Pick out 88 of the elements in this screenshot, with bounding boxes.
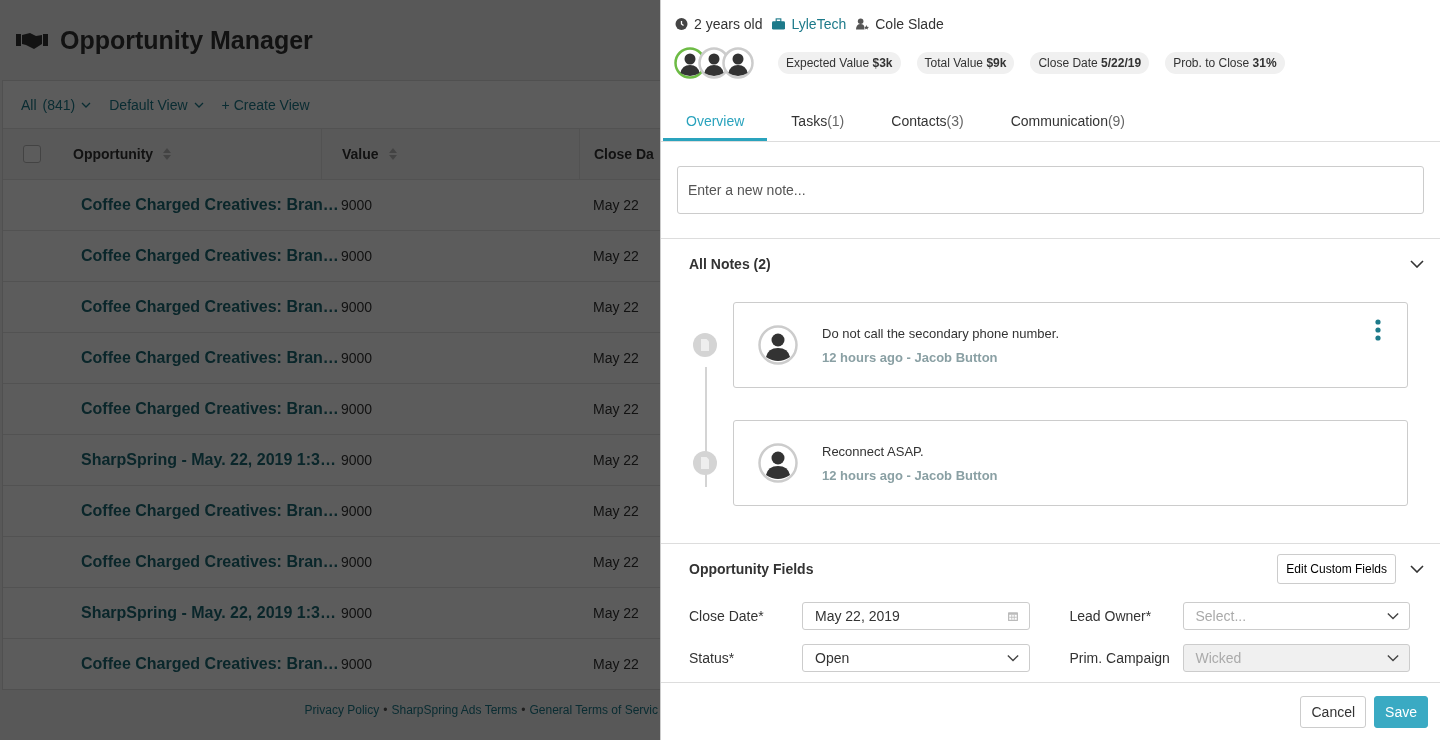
opportunity-link[interactable]: SharpSpring - May. 22, 2019 1:3… bbox=[81, 451, 336, 468]
view-dropdown[interactable]: All (841) bbox=[21, 96, 92, 113]
stat-pill: Total Value $9k bbox=[916, 52, 1015, 74]
tab[interactable]: Overview bbox=[663, 104, 768, 141]
chevron-icon bbox=[1387, 653, 1399, 663]
table-cell: May 22 bbox=[593, 554, 639, 570]
note-meta: 12 hours ago - Jacob Button bbox=[822, 467, 999, 483]
page-title: Opportunity Manager bbox=[60, 25, 313, 55]
select-all-checkbox[interactable] bbox=[23, 145, 41, 163]
view-dropdown[interactable]: Default View bbox=[109, 96, 204, 113]
avatar-icon bbox=[758, 443, 798, 483]
table-cell: May 22 bbox=[593, 401, 639, 417]
contact-avatar[interactable] bbox=[722, 47, 754, 79]
table-cell: May 22 bbox=[593, 503, 639, 519]
user-star-icon bbox=[856, 18, 870, 30]
table-cell: 9000 bbox=[341, 248, 373, 264]
create-view-link[interactable]: + Create View bbox=[221, 96, 310, 113]
section-title: Opportunity Fields bbox=[689, 561, 815, 577]
caret-icon bbox=[193, 101, 204, 108]
table-cell: May 22 bbox=[593, 197, 639, 213]
footer-link[interactable]: SharpSpring Ads Terms bbox=[391, 703, 518, 717]
table-cell: 9000 bbox=[341, 656, 373, 672]
chevron-icon bbox=[1006, 653, 1019, 663]
tab[interactable]: Contacts(3) bbox=[868, 104, 987, 141]
note-text: Do not call the secondary phone number. bbox=[822, 325, 1061, 341]
cancel-button[interactable]: Cancel bbox=[1300, 695, 1367, 728]
select-field[interactable]: Select... bbox=[1182, 602, 1410, 630]
opportunity-link[interactable]: Coffee Charged Creatives: Bran… bbox=[81, 298, 339, 315]
opportunity-link[interactable]: Coffee Charged Creatives: Bran… bbox=[81, 655, 339, 672]
table-cell: May 22 bbox=[593, 656, 639, 672]
opportunity-link[interactable]: Coffee Charged Creatives: Bran… bbox=[81, 502, 339, 519]
table-cell: May 22 bbox=[593, 605, 639, 621]
more-icon[interactable] bbox=[1375, 319, 1381, 341]
calendar-icon bbox=[1006, 611, 1019, 621]
opportunity-link[interactable]: Coffee Charged Creatives: Bran… bbox=[81, 247, 339, 264]
owner-name: Cole Slade bbox=[875, 16, 944, 32]
edit-custom-fields-button[interactable]: Edit Custom Fields bbox=[1277, 554, 1396, 584]
note-input[interactable]: Enter a new note... bbox=[677, 166, 1424, 214]
note-icon bbox=[693, 333, 717, 357]
stat-pill: Expected Value $3k bbox=[778, 52, 901, 74]
select-field[interactable]: Open bbox=[802, 644, 1030, 672]
field-label: Lead Owner* bbox=[1069, 608, 1153, 624]
separator-dot: • bbox=[521, 703, 526, 717]
column-header[interactable]: Close Da bbox=[594, 146, 654, 162]
table-cell: 9000 bbox=[341, 350, 373, 366]
section-title: All Notes (2) bbox=[689, 256, 772, 272]
opportunity-link[interactable]: Coffee Charged Creatives: Bran… bbox=[81, 553, 339, 570]
field-label: Prim. Campaign bbox=[1069, 650, 1171, 666]
table-cell: May 22 bbox=[593, 452, 639, 468]
table-cell: 9000 bbox=[341, 197, 373, 213]
tab[interactable]: Tasks(1) bbox=[768, 104, 868, 141]
table-cell: May 22 bbox=[593, 299, 639, 315]
handshake-icon bbox=[16, 30, 48, 50]
opportunity-link[interactable]: Coffee Charged Creatives: Bran… bbox=[81, 349, 339, 366]
table-cell: 9000 bbox=[341, 401, 373, 417]
opportunity-link[interactable]: SharpSpring - May. 22, 2019 1:3… bbox=[81, 604, 336, 621]
field-label: Close Date* bbox=[689, 608, 765, 624]
chevron-icon bbox=[1387, 611, 1399, 621]
company-link[interactable]: LyleTech bbox=[791, 16, 847, 32]
column-header[interactable]: Value bbox=[342, 146, 379, 162]
column-header[interactable]: Opportunity bbox=[73, 146, 154, 162]
stat-pill: Prob. to Close 31% bbox=[1165, 52, 1285, 74]
caret-icon bbox=[81, 101, 92, 108]
table-cell: 9000 bbox=[341, 503, 373, 519]
avatar-icon bbox=[758, 325, 798, 365]
stat-pill: Close Date 5/22/19 bbox=[1030, 52, 1150, 74]
table-cell: May 22 bbox=[593, 248, 639, 264]
footer-link[interactable]: General Terms of Servic bbox=[529, 703, 658, 717]
opportunity-link[interactable]: Coffee Charged Creatives: Bran… bbox=[81, 400, 339, 417]
tab[interactable]: Communication(9) bbox=[987, 104, 1149, 141]
note-text: Reconnect ASAP. bbox=[822, 443, 925, 459]
table-cell: 9000 bbox=[341, 554, 373, 570]
note-meta: 12 hours ago - Jacob Button bbox=[822, 349, 999, 365]
chevron-icon[interactable] bbox=[1410, 260, 1424, 268]
opportunity-link[interactable]: Coffee Charged Creatives: Bran… bbox=[81, 196, 339, 213]
save-button[interactable]: Save bbox=[1374, 695, 1428, 728]
separator-dot: • bbox=[383, 703, 388, 717]
table-cell: 9000 bbox=[341, 452, 373, 468]
table-cell: May 22 bbox=[593, 350, 639, 366]
date-field[interactable]: May 22, 2019 bbox=[802, 602, 1030, 630]
table-cell: 9000 bbox=[341, 605, 373, 621]
age-text: 2 years old bbox=[694, 16, 763, 32]
briefcase-icon bbox=[772, 18, 786, 30]
chevron-icon[interactable] bbox=[1410, 565, 1424, 573]
table-cell: 9000 bbox=[341, 299, 373, 315]
field-label: Status* bbox=[689, 650, 736, 666]
clock-icon bbox=[675, 18, 688, 30]
footer-link[interactable]: Privacy Policy bbox=[304, 703, 380, 717]
